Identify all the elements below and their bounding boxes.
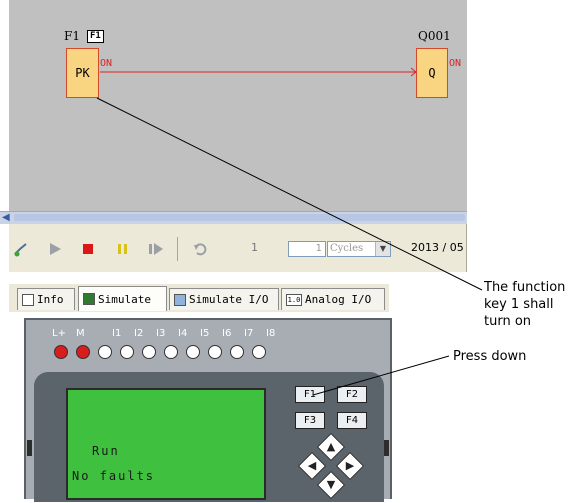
press-down-note: Press down (453, 349, 527, 364)
function-key-note: The function key 1 shall turn on (484, 280, 566, 329)
annotation-lines (96, 97, 483, 396)
